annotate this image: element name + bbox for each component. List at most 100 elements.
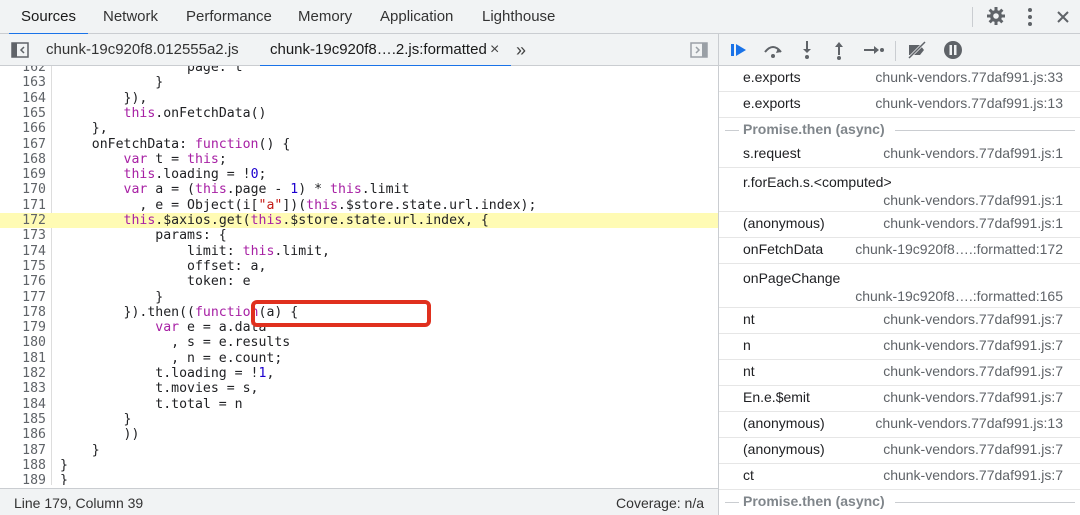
call-frame[interactable]: ct chunk-vendors.77daf991.js:7 (719, 464, 1080, 490)
pause-on-exceptions-icon[interactable] (941, 38, 965, 62)
step-icon[interactable] (861, 38, 885, 62)
line-number[interactable]: 185 (0, 412, 46, 427)
line-number[interactable]: 167 (0, 137, 46, 152)
line-number[interactable]: 163 (0, 75, 46, 90)
line-number[interactable]: 188 (0, 458, 46, 473)
call-frame[interactable]: En.e.$emit chunk-vendors.77daf991.js:7 (719, 386, 1080, 412)
call-frame[interactable]: onPageChange chunk-19c920f8….:formatted:1… (719, 264, 1080, 308)
file-tab-minified[interactable]: chunk-19c920f8.012555a2.js (46, 34, 239, 66)
line-number[interactable]: 164 (0, 91, 46, 106)
code-line[interactable]: 181 , n = e.count; (0, 351, 718, 366)
call-frame-location[interactable]: chunk-vendors.77daf991.js:7 (883, 441, 1063, 457)
line-number[interactable]: 170 (0, 182, 46, 197)
tab-performance[interactable]: Performance (186, 0, 272, 34)
code-line[interactable]: 168 var t = this; (0, 152, 718, 167)
call-frame-location[interactable]: chunk-19c920f8….:formatted:165 (855, 288, 1063, 304)
line-number[interactable]: 177 (0, 290, 46, 305)
code-line[interactable]: 188} (0, 458, 718, 473)
call-frame-location[interactable]: chunk-vendors.77daf991.js:7 (883, 311, 1063, 327)
call-frame[interactable]: s.request chunk-vendors.77daf991.js:1 (719, 142, 1080, 168)
call-frame[interactable]: (anonymous) chunk-vendors.77daf991.js:7 (719, 438, 1080, 464)
code-line[interactable]: 185 } (0, 412, 718, 427)
code-line[interactable]: 180 , s = e.results (0, 335, 718, 350)
code-line[interactable]: 164 }), (0, 91, 718, 106)
line-number[interactable]: 186 (0, 427, 46, 442)
call-frame[interactable]: (anonymous) chunk-vendors.77daf991.js:13 (719, 412, 1080, 438)
more-tabs-icon[interactable]: » (516, 34, 526, 66)
code-line[interactable]: 187 } (0, 443, 718, 458)
tab-sources[interactable]: Sources (8, 0, 89, 35)
line-number[interactable]: 178 (0, 305, 46, 320)
line-number[interactable]: 187 (0, 443, 46, 458)
code-editor[interactable]: 162 page: t 163 } 164 }), 165 this.onFetchD… (0, 66, 718, 485)
close-icon[interactable] (1055, 9, 1071, 25)
step-out-icon[interactable] (827, 38, 851, 62)
step-into-icon[interactable] (795, 38, 819, 62)
code-line[interactable]: 172 this.$axios.get(this.$store.state.ur… (0, 213, 718, 229)
code-line[interactable]: 162 page: t (0, 66, 718, 75)
call-frame[interactable]: e.exports chunk-vendors.77daf991.js:33 (719, 66, 1080, 92)
code-line[interactable]: 171 , e = Object(i["a"])(this.$store.sta… (0, 198, 718, 213)
close-tab-icon[interactable]: × (490, 34, 499, 66)
call-frame-location[interactable]: chunk-19c920f8….:formatted:172 (855, 241, 1063, 257)
line-number[interactable]: 169 (0, 167, 46, 182)
tab-network[interactable]: Network (103, 0, 158, 34)
call-frame[interactable]: nt chunk-vendors.77daf991.js:7 (719, 308, 1080, 334)
call-frame[interactable]: nt chunk-vendors.77daf991.js:7 (719, 360, 1080, 386)
line-number[interactable]: 175 (0, 259, 46, 274)
call-frame-location[interactable]: chunk-vendors.77daf991.js:7 (883, 337, 1063, 353)
line-number[interactable]: 168 (0, 152, 46, 167)
code-line[interactable]: 173 params: { (0, 228, 718, 243)
code-line[interactable]: 184 t.total = n (0, 397, 718, 412)
code-line[interactable]: 165 this.onFetchData() (0, 106, 718, 121)
call-frame-location[interactable]: chunk-vendors.77daf991.js:1 (883, 215, 1063, 231)
code-line[interactable]: 183 t.movies = s, (0, 381, 718, 396)
line-number[interactable]: 183 (0, 381, 46, 396)
call-frame-location[interactable]: chunk-vendors.77daf991.js:33 (875, 69, 1063, 85)
call-frame[interactable]: onFetchData chunk-19c920f8….:formatted:17… (719, 238, 1080, 264)
call-frame-location[interactable]: chunk-vendors.77daf991.js:13 (875, 415, 1063, 431)
file-tab-formatted[interactable]: chunk-19c920f8….2.js:formatted (260, 34, 511, 67)
line-number[interactable]: 172 (0, 213, 46, 228)
code-line[interactable]: 166 }, (0, 121, 718, 136)
tab-lighthouse[interactable]: Lighthouse (482, 0, 555, 34)
line-number[interactable]: 179 (0, 320, 46, 335)
toggle-navigator-icon[interactable] (11, 42, 29, 58)
code-line[interactable]: 169 this.loading = !0; (0, 167, 718, 182)
line-number[interactable]: 189 (0, 473, 46, 485)
call-frame[interactable]: e.exports chunk-vendors.77daf991.js:13 (719, 92, 1080, 118)
code-line[interactable]: 176 token: e (0, 274, 718, 289)
line-number[interactable]: 184 (0, 397, 46, 412)
call-frame-location[interactable]: chunk-vendors.77daf991.js:7 (883, 363, 1063, 379)
call-frame-location[interactable]: chunk-vendors.77daf991.js:7 (883, 467, 1063, 483)
line-number[interactable]: 181 (0, 351, 46, 366)
code-line[interactable]: 175 offset: a, (0, 259, 718, 274)
line-number[interactable]: 182 (0, 366, 46, 381)
kebab-icon[interactable] (1022, 7, 1038, 27)
code-line[interactable]: 167 onFetchData: function() { (0, 137, 718, 152)
resume-icon[interactable] (727, 38, 751, 62)
tab-memory[interactable]: Memory (298, 0, 352, 34)
deactivate-breakpoints-icon[interactable] (905, 38, 929, 62)
call-frame-location[interactable]: chunk-vendors.77daf991.js:7 (883, 389, 1063, 405)
call-frame[interactable]: (anonymous) chunk-vendors.77daf991.js:1 (719, 212, 1080, 238)
code-line[interactable]: 182 t.loading = !1, (0, 366, 718, 381)
line-number[interactable]: 173 (0, 228, 46, 243)
code-line[interactable]: 170 var a = (this.page - 1) * this.limit (0, 182, 718, 197)
gear-icon[interactable] (985, 5, 1007, 27)
tab-application[interactable]: Application (380, 0, 453, 34)
line-number[interactable]: 180 (0, 335, 46, 350)
line-number[interactable]: 166 (0, 121, 46, 136)
code-line[interactable]: 186 )) (0, 427, 718, 442)
coverage-status[interactable]: Coverage: n/a (616, 495, 704, 511)
call-frame[interactable]: r.forEach.s.<computed> chunk-vendors.77da… (719, 168, 1080, 212)
line-number[interactable]: 165 (0, 106, 46, 121)
call-frame-location[interactable]: chunk-vendors.77daf991.js:13 (875, 95, 1063, 111)
code-line[interactable]: 174 limit: this.limit, (0, 244, 718, 259)
step-over-icon[interactable] (761, 38, 785, 62)
call-frame-location[interactable]: chunk-vendors.77daf991.js:1 (883, 192, 1063, 208)
line-number[interactable]: 176 (0, 274, 46, 289)
code-line[interactable]: 163 } (0, 75, 718, 90)
toggle-debugger-icon[interactable] (690, 42, 708, 58)
code-line[interactable]: 189} (0, 473, 718, 485)
